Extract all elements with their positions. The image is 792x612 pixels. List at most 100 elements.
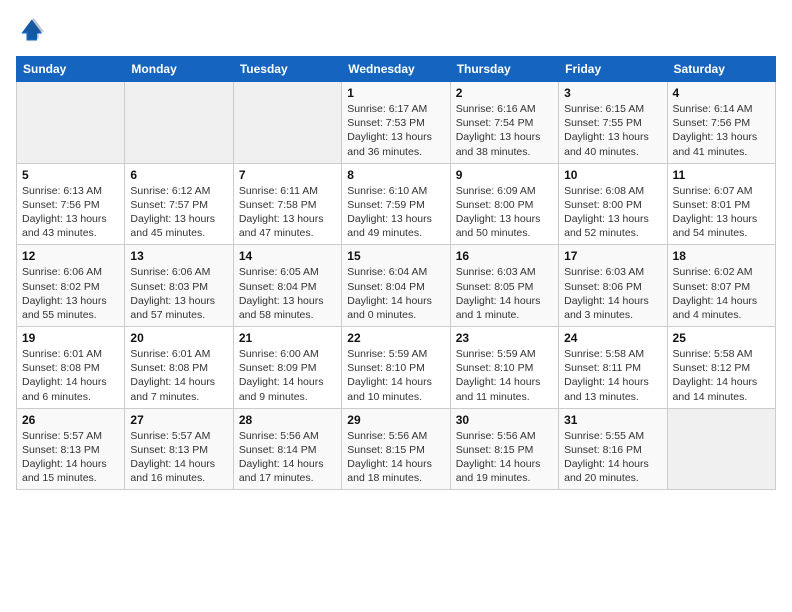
day-info: Sunrise: 6:05 AM Sunset: 8:04 PM Dayligh… <box>239 265 336 322</box>
day-info: Sunrise: 6:17 AM Sunset: 7:53 PM Dayligh… <box>347 102 444 159</box>
calendar-cell: 12Sunrise: 6:06 AM Sunset: 8:02 PM Dayli… <box>17 245 125 327</box>
day-number: 22 <box>347 331 444 345</box>
calendar-cell: 5 Sunrise: 6:13 AM Sunset: 7:56 PM Daylig… <box>17 163 125 245</box>
day-number: 24 <box>564 331 661 345</box>
calendar-cell: 4Sunrise: 6:14 AM Sunset: 7:56 PM Daylig… <box>667 82 775 164</box>
calendar-cell: 2 Sunrise: 6:16 AM Sunset: 7:54 PM Daylig… <box>450 82 558 164</box>
calendar-cell: 3Sunrise: 6:15 AM Sunset: 7:55 PM Daylig… <box>559 82 667 164</box>
day-number: 9 <box>456 168 553 182</box>
day-number: 10 <box>564 168 661 182</box>
day-number: 26 <box>22 413 119 427</box>
calendar-week-row: 12Sunrise: 6:06 AM Sunset: 8:02 PM Dayli… <box>17 245 776 327</box>
day-number: 23 <box>456 331 553 345</box>
calendar-cell: 20Sunrise: 6:01 AM Sunset: 8:08 PM Dayli… <box>125 327 233 409</box>
day-info: Sunrise: 5:56 AM Sunset: 8:14 PM Dayligh… <box>239 429 336 486</box>
day-number: 11 <box>673 168 770 182</box>
day-number: 14 <box>239 249 336 263</box>
calendar-cell <box>125 82 233 164</box>
day-number: 13 <box>130 249 227 263</box>
calendar-cell: 24 Sunrise: 5:58 AM Sunset: 8:11 PM Dayli… <box>559 327 667 409</box>
weekday-header-saturday: Saturday <box>667 57 775 82</box>
calendar-cell: 29 Sunrise: 5:56 AM Sunset: 8:15 PM Dayli… <box>342 408 450 490</box>
day-info: Sunrise: 5:57 AM Sunset: 8:13 PM Dayligh… <box>130 429 227 486</box>
day-number: 5 <box>22 168 119 182</box>
day-number: 7 <box>239 168 336 182</box>
day-info: Sunrise: 6:03 AM Sunset: 8:05 PM Dayligh… <box>456 265 553 322</box>
calendar-cell: 26 Sunrise: 5:57 AM Sunset: 8:13 PM Dayli… <box>17 408 125 490</box>
calendar-cell: 30 Sunrise: 5:56 AM Sunset: 8:15 PM Dayli… <box>450 408 558 490</box>
day-info: Sunrise: 6:08 AM Sunset: 8:00 PM Dayligh… <box>564 184 661 241</box>
day-number: 28 <box>239 413 336 427</box>
calendar-cell: 9Sunrise: 6:09 AM Sunset: 8:00 PM Daylig… <box>450 163 558 245</box>
day-info: Sunrise: 6:16 AM Sunset: 7:54 PM Dayligh… <box>456 102 553 159</box>
day-number: 1 <box>347 86 444 100</box>
weekday-header-monday: Monday <box>125 57 233 82</box>
day-number: 6 <box>130 168 227 182</box>
calendar-cell: 18 Sunrise: 6:02 AM Sunset: 8:07 PM Dayli… <box>667 245 775 327</box>
calendar-cell: 8 Sunrise: 6:10 AM Sunset: 7:59 PM Daylig… <box>342 163 450 245</box>
day-number: 17 <box>564 249 661 263</box>
calendar-cell: 11 Sunrise: 6:07 AM Sunset: 8:01 PM Dayli… <box>667 163 775 245</box>
day-info: Sunrise: 5:56 AM Sunset: 8:15 PM Dayligh… <box>456 429 553 486</box>
weekday-header-thursday: Thursday <box>450 57 558 82</box>
weekday-header-wednesday: Wednesday <box>342 57 450 82</box>
day-info: Sunrise: 5:57 AM Sunset: 8:13 PM Dayligh… <box>22 429 119 486</box>
calendar-cell: 31 Sunrise: 5:55 AM Sunset: 8:16 PM Dayli… <box>559 408 667 490</box>
day-info: Sunrise: 6:02 AM Sunset: 8:07 PM Dayligh… <box>673 265 770 322</box>
calendar-cell <box>233 82 341 164</box>
day-number: 19 <box>22 331 119 345</box>
day-number: 15 <box>347 249 444 263</box>
calendar-week-row: 26 Sunrise: 5:57 AM Sunset: 8:13 PM Dayli… <box>17 408 776 490</box>
day-number: 8 <box>347 168 444 182</box>
weekday-header-tuesday: Tuesday <box>233 57 341 82</box>
calendar-cell: 23 Sunrise: 5:59 AM Sunset: 8:10 PM Dayli… <box>450 327 558 409</box>
day-info: Sunrise: 5:56 AM Sunset: 8:15 PM Dayligh… <box>347 429 444 486</box>
calendar-cell: 14 Sunrise: 6:05 AM Sunset: 8:04 PM Dayli… <box>233 245 341 327</box>
day-info: Sunrise: 6:07 AM Sunset: 8:01 PM Dayligh… <box>673 184 770 241</box>
day-info: Sunrise: 6:14 AM Sunset: 7:56 PM Dayligh… <box>673 102 770 159</box>
day-info: Sunrise: 6:01 AM Sunset: 8:08 PM Dayligh… <box>130 347 227 404</box>
calendar-cell: 28 Sunrise: 5:56 AM Sunset: 8:14 PM Dayli… <box>233 408 341 490</box>
calendar-cell <box>17 82 125 164</box>
day-number: 2 <box>456 86 553 100</box>
calendar-cell: 25 Sunrise: 5:58 AM Sunset: 8:12 PM Dayli… <box>667 327 775 409</box>
day-number: 29 <box>347 413 444 427</box>
calendar-cell: 15Sunrise: 6:04 AM Sunset: 8:04 PM Dayli… <box>342 245 450 327</box>
calendar-week-row: 19 Sunrise: 6:01 AM Sunset: 8:08 PM Dayli… <box>17 327 776 409</box>
calendar-cell: 27 Sunrise: 5:57 AM Sunset: 8:13 PM Dayli… <box>125 408 233 490</box>
day-info: Sunrise: 6:11 AM Sunset: 7:58 PM Dayligh… <box>239 184 336 241</box>
day-number: 3 <box>564 86 661 100</box>
weekday-header-row: SundayMondayTuesdayWednesdayThursdayFrid… <box>17 57 776 82</box>
calendar-cell: 6 Sunrise: 6:12 AM Sunset: 7:57 PM Daylig… <box>125 163 233 245</box>
page-header <box>16 16 776 44</box>
day-info: Sunrise: 5:59 AM Sunset: 8:10 PM Dayligh… <box>456 347 553 404</box>
calendar-cell: 13 Sunrise: 6:06 AM Sunset: 8:03 PM Dayli… <box>125 245 233 327</box>
day-number: 21 <box>239 331 336 345</box>
calendar-week-row: 5 Sunrise: 6:13 AM Sunset: 7:56 PM Daylig… <box>17 163 776 245</box>
calendar-cell <box>667 408 775 490</box>
day-info: Sunrise: 6:12 AM Sunset: 7:57 PM Dayligh… <box>130 184 227 241</box>
logo-icon <box>16 16 44 44</box>
logo <box>16 16 48 44</box>
day-number: 27 <box>130 413 227 427</box>
day-info: Sunrise: 5:55 AM Sunset: 8:16 PM Dayligh… <box>564 429 661 486</box>
calendar-cell: 16 Sunrise: 6:03 AM Sunset: 8:05 PM Dayli… <box>450 245 558 327</box>
day-info: Sunrise: 6:01 AM Sunset: 8:08 PM Dayligh… <box>22 347 119 404</box>
day-info: Sunrise: 6:06 AM Sunset: 8:03 PM Dayligh… <box>130 265 227 322</box>
day-number: 31 <box>564 413 661 427</box>
calendar-cell: 7 Sunrise: 6:11 AM Sunset: 7:58 PM Daylig… <box>233 163 341 245</box>
weekday-header-friday: Friday <box>559 57 667 82</box>
day-info: Sunrise: 6:13 AM Sunset: 7:56 PM Dayligh… <box>22 184 119 241</box>
calendar-cell: 21Sunrise: 6:00 AM Sunset: 8:09 PM Dayli… <box>233 327 341 409</box>
calendar-cell: 10 Sunrise: 6:08 AM Sunset: 8:00 PM Dayli… <box>559 163 667 245</box>
day-number: 18 <box>673 249 770 263</box>
day-number: 16 <box>456 249 553 263</box>
day-number: 12 <box>22 249 119 263</box>
day-number: 30 <box>456 413 553 427</box>
calendar-cell: 19 Sunrise: 6:01 AM Sunset: 8:08 PM Dayli… <box>17 327 125 409</box>
day-info: Sunrise: 6:10 AM Sunset: 7:59 PM Dayligh… <box>347 184 444 241</box>
day-info: Sunrise: 5:58 AM Sunset: 8:12 PM Dayligh… <box>673 347 770 404</box>
day-info: Sunrise: 5:59 AM Sunset: 8:10 PM Dayligh… <box>347 347 444 404</box>
day-info: Sunrise: 5:58 AM Sunset: 8:11 PM Dayligh… <box>564 347 661 404</box>
day-number: 25 <box>673 331 770 345</box>
